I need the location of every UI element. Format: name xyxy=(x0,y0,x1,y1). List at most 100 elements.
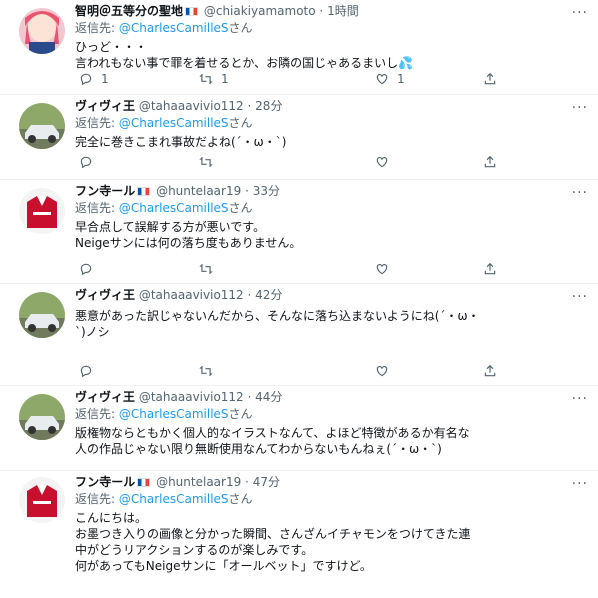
avatar[interactable] xyxy=(19,188,65,234)
reply-prefix: 返信先: xyxy=(75,201,119,215)
mention-link[interactable]: @CharlesCamilleS xyxy=(119,492,229,506)
share-icon xyxy=(484,262,496,275)
like-button[interactable] xyxy=(375,155,389,169)
share-button[interactable] xyxy=(483,262,497,276)
mention-link[interactable]: @CharlesCamilleS xyxy=(119,116,229,130)
retweet-count: 1 xyxy=(221,72,229,86)
action-bar xyxy=(75,364,598,380)
display-name[interactable]: ヴィヴィ王 xyxy=(75,288,135,302)
mention-link[interactable]: @CharlesCamilleS xyxy=(119,407,229,421)
reply-context: 返信先: @CharlesCamilleSさん xyxy=(75,200,590,217)
share-icon xyxy=(484,155,496,168)
france-flag-icon xyxy=(137,478,151,487)
avatar[interactable] xyxy=(19,394,65,440)
retweet-icon xyxy=(199,365,213,377)
reply-icon xyxy=(80,365,92,378)
tweet[interactable]: ··· 智明＠五等分の聖地 @chiakiyamamoto · 1時間 返信先:… xyxy=(0,0,598,95)
reply-icon xyxy=(80,263,92,276)
timestamp[interactable]: 33分 xyxy=(253,184,280,198)
share-button[interactable] xyxy=(483,72,497,86)
reply-context: 返信先: @CharlesCamilleSさん xyxy=(75,20,590,37)
retweet-button[interactable]: 1 xyxy=(199,72,229,86)
text-line: 何があってもNeigeサンに「オールベット」ですけど。 xyxy=(75,559,372,573)
handle[interactable]: @tahaaavivio112 xyxy=(139,390,244,404)
action-bar: 1 1 1 xyxy=(75,72,598,88)
like-icon xyxy=(376,74,388,85)
avatar[interactable] xyxy=(19,477,65,523)
reply-button[interactable] xyxy=(79,262,93,276)
share-button[interactable] xyxy=(483,155,497,169)
retweet-icon xyxy=(199,73,213,85)
timestamp[interactable]: 42分 xyxy=(255,288,282,302)
display-name[interactable]: 智明＠五等分の聖地 xyxy=(75,4,183,18)
reply-icon xyxy=(80,73,92,86)
display-name[interactable]: フン寺ール xyxy=(75,475,135,489)
retweet-button[interactable] xyxy=(199,364,213,378)
display-name[interactable]: ヴィヴィ王 xyxy=(75,390,135,404)
like-button[interactable] xyxy=(375,364,389,378)
retweet-icon xyxy=(199,263,213,275)
text-line: ひっど・・・ xyxy=(75,40,148,54)
handle[interactable]: @huntelaar19 xyxy=(156,184,241,198)
retweet-button[interactable] xyxy=(199,262,213,276)
like-button[interactable] xyxy=(375,262,389,276)
avatar[interactable] xyxy=(19,8,65,54)
tweet[interactable]: ··· フン寺ール @huntelaar19 · 33分 返信先: @Charl… xyxy=(0,180,598,284)
france-flag-icon xyxy=(137,187,151,196)
handle[interactable]: @huntelaar19 xyxy=(156,475,241,489)
share-button[interactable] xyxy=(483,364,497,378)
separator: · xyxy=(247,390,252,404)
separator: · xyxy=(245,475,249,489)
text-line: 早合点して誤解する方が悪いです。 xyxy=(75,220,266,234)
retweet-button[interactable] xyxy=(199,155,213,169)
timestamp[interactable]: 44分 xyxy=(255,390,282,404)
share-icon xyxy=(484,72,496,85)
reply-context: 返信先: @CharlesCamilleSさん xyxy=(75,406,590,423)
separator: · xyxy=(319,4,324,18)
handle[interactable]: @chiakiyamamoto xyxy=(204,4,316,18)
timestamp[interactable]: 47分 xyxy=(253,475,280,489)
reply-prefix: 返信先: xyxy=(75,407,119,421)
tweet[interactable]: ··· ヴィヴィ王 @tahaaavivio112 · 28分 返信先: @Ch… xyxy=(0,95,598,180)
like-icon xyxy=(376,366,388,377)
text-line: お墨つき入りの画像と分かった瞬間、さんざんイチャモンをつけてきた連 xyxy=(75,527,471,541)
tweet-text: 悪意があった訳じゃないんだから、そんなに落ち込まないようにね(´・ω・ `)ノシ xyxy=(75,308,590,340)
like-icon xyxy=(376,264,388,275)
mention-link[interactable]: @CharlesCamilleS xyxy=(119,21,229,35)
tweet[interactable]: ··· ヴィヴィ王 @tahaaavivio112 · 44分 返信先: @Ch… xyxy=(0,386,598,471)
reply-button[interactable] xyxy=(79,155,93,169)
display-name[interactable]: ヴィヴィ王 xyxy=(75,99,135,113)
text-line: Neigeサンには何の落ち度もありません。 xyxy=(75,236,302,250)
tweet-text: 完全に巻きこまれ事故だよね(´・ω・`) xyxy=(75,134,590,150)
separator: · xyxy=(247,288,252,302)
display-name[interactable]: フン寺ール xyxy=(75,184,135,198)
reply-icon xyxy=(80,156,92,169)
separator: · xyxy=(245,184,249,198)
handle[interactable]: @tahaaavivio112 xyxy=(139,288,244,302)
tweet[interactable]: ··· フン寺ール @huntelaar19 · 47分 返信先: @Charl… xyxy=(0,471,598,598)
reply-button[interactable] xyxy=(79,364,93,378)
text-line: `)ノシ xyxy=(75,325,110,339)
timestamp[interactable]: 28分 xyxy=(255,99,282,113)
reply-suffix: さん xyxy=(228,201,253,215)
france-flag-icon xyxy=(185,7,199,16)
text-line: 人の作品じゃない限り無断使用なんてわからないもんねぇ(´・ω・`) xyxy=(75,442,442,456)
avatar[interactable] xyxy=(19,292,65,338)
timestamp[interactable]: 1時間 xyxy=(327,4,359,18)
like-icon xyxy=(376,157,388,168)
like-button[interactable]: 1 xyxy=(375,72,405,86)
tweet[interactable]: ··· ヴィヴィ王 @tahaaavivio112 · 42分 悪意があった訳じ… xyxy=(0,284,598,386)
text-line: 悪意があった訳じゃないんだから、そんなに落ち込まないようにね(´・ω・ xyxy=(75,309,480,323)
reply-suffix: さん xyxy=(228,116,253,130)
handle[interactable]: @tahaaavivio112 xyxy=(139,99,244,113)
tweet-text: ひっど・・・ 言われもない事で罪を着せるとか、お隣の国じゃあるまいし💦 xyxy=(75,39,590,71)
text-line: 中がどうリアクションするのが楽しみです。 xyxy=(75,543,314,557)
separator: · xyxy=(247,99,252,113)
retweet-icon xyxy=(199,156,213,168)
tweet-text: 版権物ならともかく個人的なイラストなんて、よほど特徴があるか有名な 人の作品じゃ… xyxy=(75,425,590,457)
reply-context: 返信先: @CharlesCamilleSさん xyxy=(75,115,590,132)
mention-link[interactable]: @CharlesCamilleS xyxy=(119,201,229,215)
action-bar xyxy=(75,262,598,278)
avatar[interactable] xyxy=(19,103,65,149)
reply-button[interactable]: 1 xyxy=(79,72,109,86)
